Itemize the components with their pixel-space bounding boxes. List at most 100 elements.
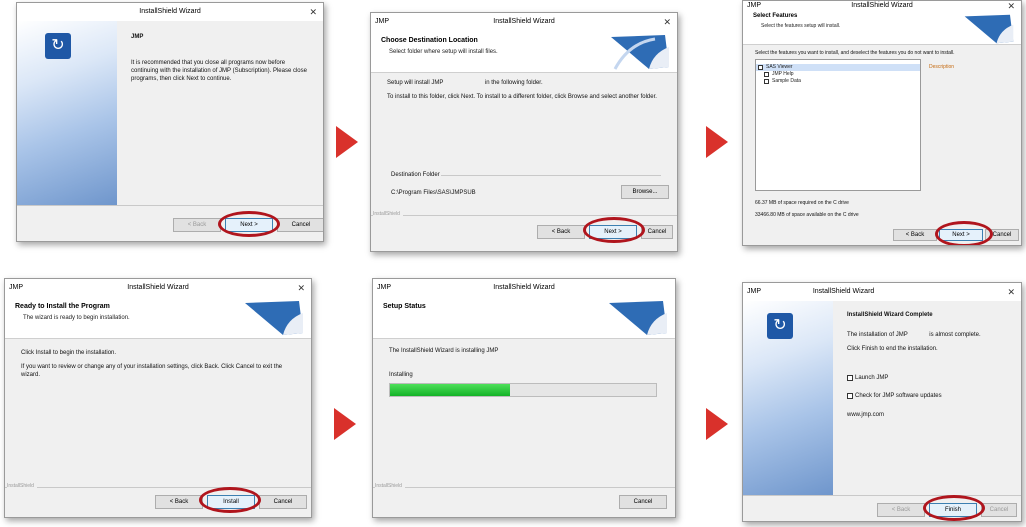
footer-divider — [5, 487, 311, 488]
title-bar: JMP InstallShield Wizard — [373, 279, 675, 297]
header-title: Choose Destination Location — [381, 37, 478, 44]
back-button[interactable]: < Back — [893, 229, 937, 241]
cancel-button[interactable]: Cancel — [981, 503, 1017, 517]
header-subtitle: Select the features setup will install. — [761, 23, 841, 29]
installshield-logo-icon — [245, 301, 303, 335]
title-bar: JMP InstallShield Wizard ✕ — [743, 1, 1021, 11]
browse-button[interactable]: Browse... — [621, 185, 669, 199]
line1-text: Setup will install JMP — [387, 80, 444, 86]
close-icon[interactable]: ✕ — [663, 13, 671, 31]
next-step-arrow — [334, 408, 356, 440]
instruction-text: To install to this folder, click Next. T… — [387, 94, 657, 100]
website-link[interactable]: www.jmp.com — [847, 411, 884, 419]
footer-divider — [743, 495, 1021, 496]
title-bar: InstallShield Wizard ✕ — [17, 3, 323, 21]
next-step-arrow — [706, 126, 728, 158]
dialog-status: JMP InstallShield Wizard Setup Status Th… — [372, 278, 676, 518]
title-bar: JMP InstallShield Wizard ✕ — [5, 279, 311, 297]
window-title: InstallShield Wizard — [493, 284, 555, 291]
feature-checkbox-icon[interactable] — [764, 72, 769, 77]
destination-path: C:\Program Files\SAS\JMPSUB — [391, 190, 476, 196]
header-title: Ready to Install the Program — [15, 303, 110, 310]
complete-line: The installation of JMP is almost comple… — [847, 331, 981, 339]
instruction-text: Select the features you want to install,… — [755, 50, 955, 56]
complete-rest: is almost complete. — [929, 332, 981, 338]
dialog-complete: JMP InstallShield Wizard ✕ ↻ InstallShie… — [742, 282, 1022, 522]
complete-text: The installation of JMP — [847, 332, 908, 338]
cancel-button[interactable]: Cancel — [641, 225, 673, 239]
title-bar: JMP InstallShield Wizard ✕ — [743, 283, 1021, 301]
line1-rest: in the following folder. — [484, 80, 543, 86]
app-label: JMP — [747, 288, 761, 295]
installshield-footer: InstallShield — [7, 483, 37, 489]
updates-checkbox[interactable] — [847, 393, 853, 399]
finish-instruction: Click Finish to end the installation. — [847, 346, 938, 352]
installshield-footer: InstallShield — [375, 483, 405, 489]
header-title: Setup Status — [383, 303, 426, 310]
dialog-features: JMP InstallShield Wizard ✕ Select Featur… — [742, 0, 1022, 246]
review-text: If you want to review or change any of y… — [21, 364, 283, 378]
launch-label: Launch JMP — [855, 375, 889, 381]
launch-checkbox[interactable] — [847, 375, 853, 381]
status-message: The InstallShield Wizard is installing J… — [389, 348, 499, 354]
title-bar: JMP InstallShield Wizard ✕ — [371, 13, 677, 31]
cancel-button[interactable]: Cancel — [619, 495, 667, 509]
next-step-arrow — [336, 126, 358, 158]
back-button[interactable]: < Back — [173, 218, 221, 232]
status-label: Installing — [389, 372, 413, 378]
back-button[interactable]: < Back — [877, 503, 925, 517]
cancel-button[interactable]: Cancel — [259, 495, 307, 509]
feature-checkbox-icon[interactable] — [764, 79, 769, 84]
header-title: Select Features — [753, 13, 798, 19]
install-location-line: Setup will install JMP in the following … — [387, 79, 543, 87]
installshield-footer: InstallShield — [373, 211, 403, 217]
close-icon[interactable]: ✕ — [297, 279, 305, 297]
dialog-welcome: InstallShield Wizard ✕ ↻ JMP It is recom… — [16, 2, 324, 242]
feature-tree[interactable]: SAS Viewer JMP Help Sample Data — [755, 59, 921, 191]
header-subtitle: Select folder where setup will install f… — [389, 49, 498, 55]
feature-checkbox-icon[interactable] — [758, 65, 763, 70]
progress-fill — [390, 384, 510, 396]
highlight-circle — [583, 217, 645, 243]
installshield-logo-icon — [609, 301, 667, 335]
dialog-ready: JMP InstallShield Wizard ✕ Ready to Inst… — [4, 278, 312, 518]
description-label: Description — [929, 64, 955, 70]
close-icon[interactable]: ✕ — [1007, 283, 1015, 301]
wizard-side-graphic: ↻ — [17, 21, 117, 205]
window-title: InstallShield Wizard — [127, 284, 189, 291]
wizard-header: Choose Destination Location Select folde… — [371, 31, 677, 73]
highlight-circle — [199, 487, 261, 513]
space-required: 66.37 MB of space required on the C driv… — [755, 200, 849, 206]
instruction-text: Click Install to begin the installation. — [21, 350, 117, 356]
progress-bar — [389, 383, 657, 397]
wizard-header: Ready to Install the Program The wizard … — [5, 297, 311, 339]
dialog-destination: JMP InstallShield Wizard ✕ Choose Destin… — [370, 12, 678, 252]
wizard-side-graphic: ↻ — [743, 301, 833, 495]
feature-item[interactable]: Sample Data — [756, 78, 920, 85]
back-button[interactable]: < Back — [155, 495, 203, 509]
feature-item[interactable]: JMP Help — [756, 71, 920, 78]
destination-label: Destination Folder — [391, 172, 440, 178]
footer-divider — [371, 215, 677, 216]
highlight-circle — [218, 211, 280, 237]
group-line — [441, 175, 661, 176]
cancel-button[interactable]: Cancel — [277, 218, 323, 232]
complete-heading: InstallShield Wizard Complete — [847, 312, 933, 318]
space-available: 33466.80 MB of space available on the C … — [755, 212, 859, 218]
highlight-circle — [935, 221, 993, 245]
footer-divider — [17, 205, 323, 206]
feature-item[interactable]: SAS Viewer — [756, 64, 920, 71]
window-title: InstallShield Wizard — [493, 18, 555, 25]
installshield-logo-icon — [611, 35, 669, 70]
updates-label: Check for JMP software updates — [855, 393, 942, 399]
window-title: InstallShield Wizard — [139, 8, 201, 15]
installshield-icon: ↻ — [767, 313, 793, 339]
window-title: InstallShield Wizard — [851, 2, 913, 9]
next-step-arrow — [706, 408, 728, 440]
close-icon[interactable]: ✕ — [309, 3, 317, 21]
window-title: InstallShield Wizard — [812, 288, 875, 295]
header-subtitle: The wizard is ready to begin installatio… — [23, 315, 130, 321]
close-icon[interactable]: ✕ — [1007, 1, 1015, 11]
back-button[interactable]: < Back — [537, 225, 585, 239]
installshield-logo-icon — [964, 14, 1014, 44]
